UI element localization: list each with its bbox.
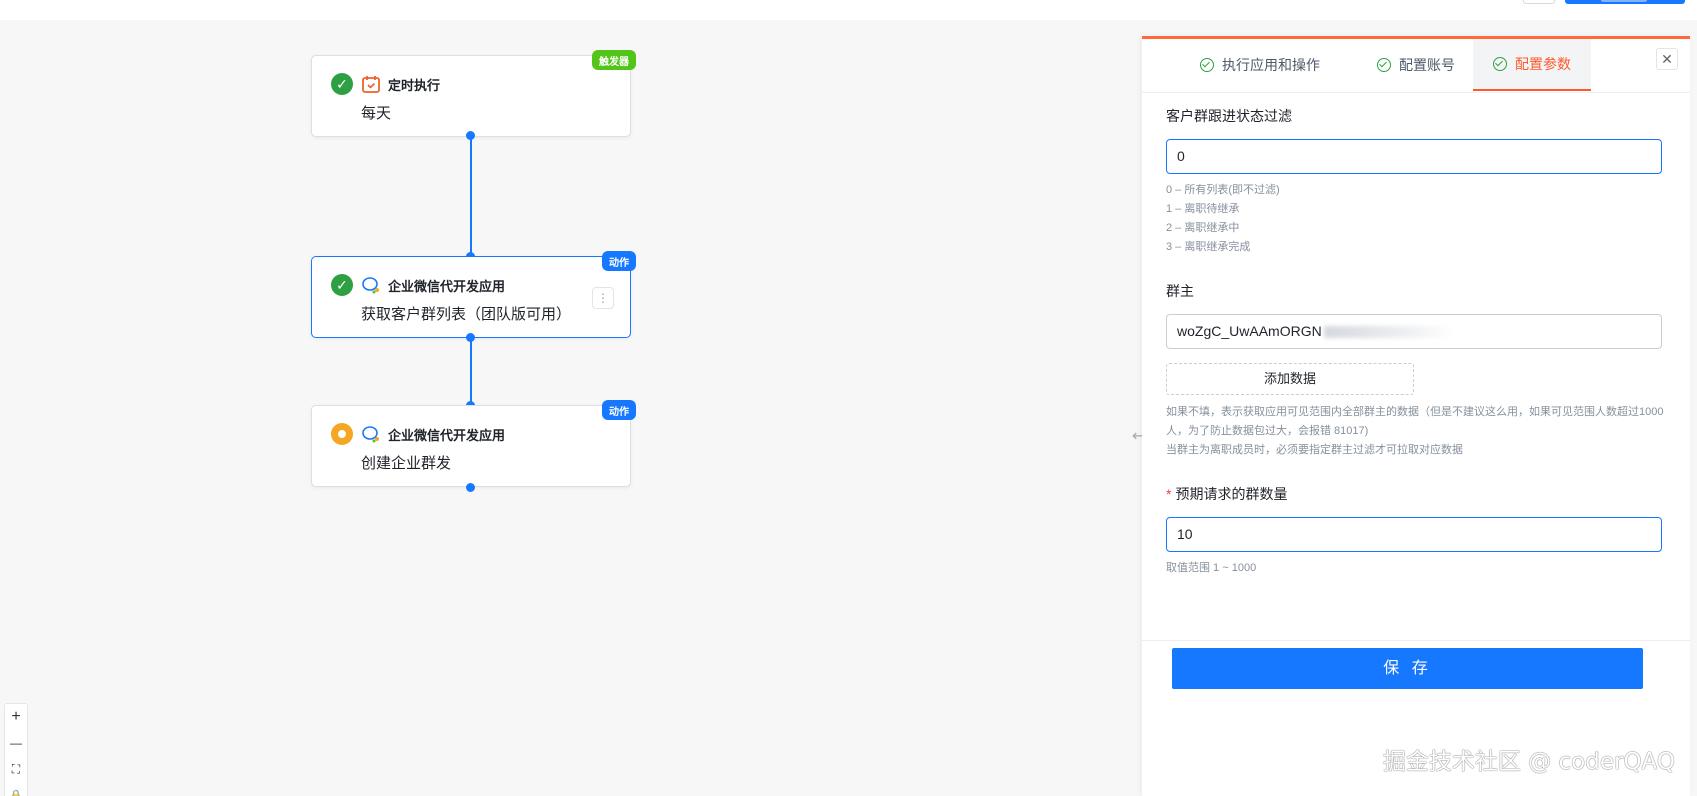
tab-label: 配置参数 — [1515, 56, 1571, 72]
wecom-icon — [362, 277, 379, 294]
more-options-icon[interactable]: ⋮ — [592, 287, 614, 309]
node-output-port[interactable] — [466, 483, 475, 492]
watermark: 掘金技术社区 @ coderQAQ — [1382, 749, 1675, 775]
panel-footer: 保 存 — [1142, 640, 1690, 700]
panel-tabs: 执行应用和操作 配置账号 配置参数 ✕ — [1142, 39, 1690, 93]
hint-text: 2 – 离职继承中 — [1166, 222, 1240, 234]
required-mark: * — [1166, 486, 1172, 502]
flow-node-trigger[interactable]: ✓ 定时执行 每天 触发器 — [311, 50, 636, 137]
flow-node-action[interactable]: ✓ 企业微信代开发应用 获取客户群列表（团队版可用） 动作 ⋮ — [311, 251, 636, 338]
tab-account[interactable]: 配置账号 — [1357, 39, 1475, 91]
tab-app-action[interactable]: 执行应用和操作 — [1180, 39, 1340, 91]
status-pending-icon — [331, 423, 353, 445]
status-filter-hints: 0 – 所有列表(即不过滤) 1 – 离职待继承 2 – 离职继承中 3 – 离… — [1166, 181, 1666, 257]
config-panel: 执行应用和操作 配置账号 配置参数 ✕ 客户群跟进状态过滤 0 0 – 所有列表… — [1142, 36, 1690, 796]
node-app-name: 企业微信代开发应用 — [388, 428, 506, 443]
tab-params[interactable]: 配置参数 — [1473, 39, 1591, 91]
field-label: 群主 — [1166, 283, 1194, 299]
zoom-controls: + — ⛶ 🔒 — [4, 703, 28, 796]
hint-text: 0 – 所有列表(即不过滤) — [1166, 184, 1280, 196]
node-app-name: 企业微信代开发应用 — [388, 279, 506, 294]
node-action-name: 获取客户群列表（团队版可用） — [361, 306, 572, 323]
zoom-in-icon[interactable]: + — [5, 704, 27, 730]
status-done-icon: ✓ — [331, 73, 353, 95]
hint-text: 取值范围 1 ~ 1000 — [1166, 562, 1257, 574]
field-label: 客户群跟进状态过滤 — [1166, 108, 1292, 124]
add-data-button[interactable]: 添加数据 — [1166, 363, 1414, 395]
status-done-icon: ✓ — [331, 274, 353, 296]
redacted-value — [1323, 326, 1454, 339]
calendar-icon — [362, 76, 380, 93]
tab-label: 执行应用和操作 — [1222, 57, 1320, 73]
wecom-icon — [362, 426, 379, 443]
action-badge: 动作 — [602, 251, 636, 271]
owner-hints: 如果不填，表示获取应用可见范围内全部群主的数据（但是不建议这么用，如果可见范围人… — [1166, 403, 1666, 460]
fit-view-icon[interactable]: ⛶ — [5, 756, 27, 782]
flow-node-action[interactable]: 企业微信代开发应用 创建企业群发 动作 — [311, 400, 636, 487]
toolbar-primary-button[interactable] — [1565, 0, 1685, 4]
node-action-name: 创建企业群发 — [361, 455, 452, 472]
connector-line — [470, 136, 472, 256]
tab-label: 配置账号 — [1399, 57, 1455, 73]
action-badge: 动作 — [602, 400, 636, 420]
group-limit-input[interactable]: 10 — [1166, 517, 1662, 552]
lock-icon[interactable]: 🔒 — [5, 782, 27, 796]
zoom-out-icon[interactable]: — — [5, 730, 27, 756]
check-circle-icon — [1493, 57, 1507, 71]
top-toolbar — [0, 0, 1697, 20]
params-form: 客户群跟进状态过滤 0 0 – 所有列表(即不过滤) 1 – 离职待继承 2 –… — [1166, 93, 1666, 578]
hint-text: 1 – 离职待继承 — [1166, 203, 1240, 215]
flow-canvas[interactable]: ✓ 定时执行 每天 触发器 ✓ 企业微信代开发应用 获取客户群列表（团队版可用）… — [0, 20, 1142, 796]
trigger-badge: 触发器 — [592, 50, 636, 70]
node-output-port[interactable] — [466, 333, 475, 342]
hint-text: 当群主为离职成员时，必须要指定群主过滤才可拉取对应数据 — [1166, 444, 1463, 456]
connector-line — [470, 337, 472, 405]
field-label: * 预期请求的群数量 — [1166, 484, 1666, 504]
status-filter-input[interactable]: 0 — [1166, 139, 1662, 174]
owner-value: woZgC_UwAAmORGN — [1177, 323, 1322, 339]
save-button[interactable]: 保 存 — [1172, 648, 1643, 689]
node-app-name: 定时执行 — [388, 78, 441, 93]
field-label-text: 预期请求的群数量 — [1175, 486, 1288, 502]
close-icon[interactable]: ✕ — [1656, 48, 1678, 70]
node-output-port[interactable] — [466, 131, 475, 140]
hint-text: 如果不填，表示获取应用可见范围内全部群主的数据（但是不建议这么用，如果可见范围人… — [1166, 406, 1664, 437]
check-circle-icon — [1377, 58, 1391, 72]
check-circle-icon — [1200, 58, 1214, 72]
node-action-name: 每天 — [361, 105, 392, 122]
owner-input[interactable]: woZgC_UwAAmORGN — [1166, 314, 1662, 349]
hint-text: 3 – 离职继承完成 — [1166, 241, 1251, 253]
toolbar-secondary-button[interactable] — [1523, 0, 1555, 4]
